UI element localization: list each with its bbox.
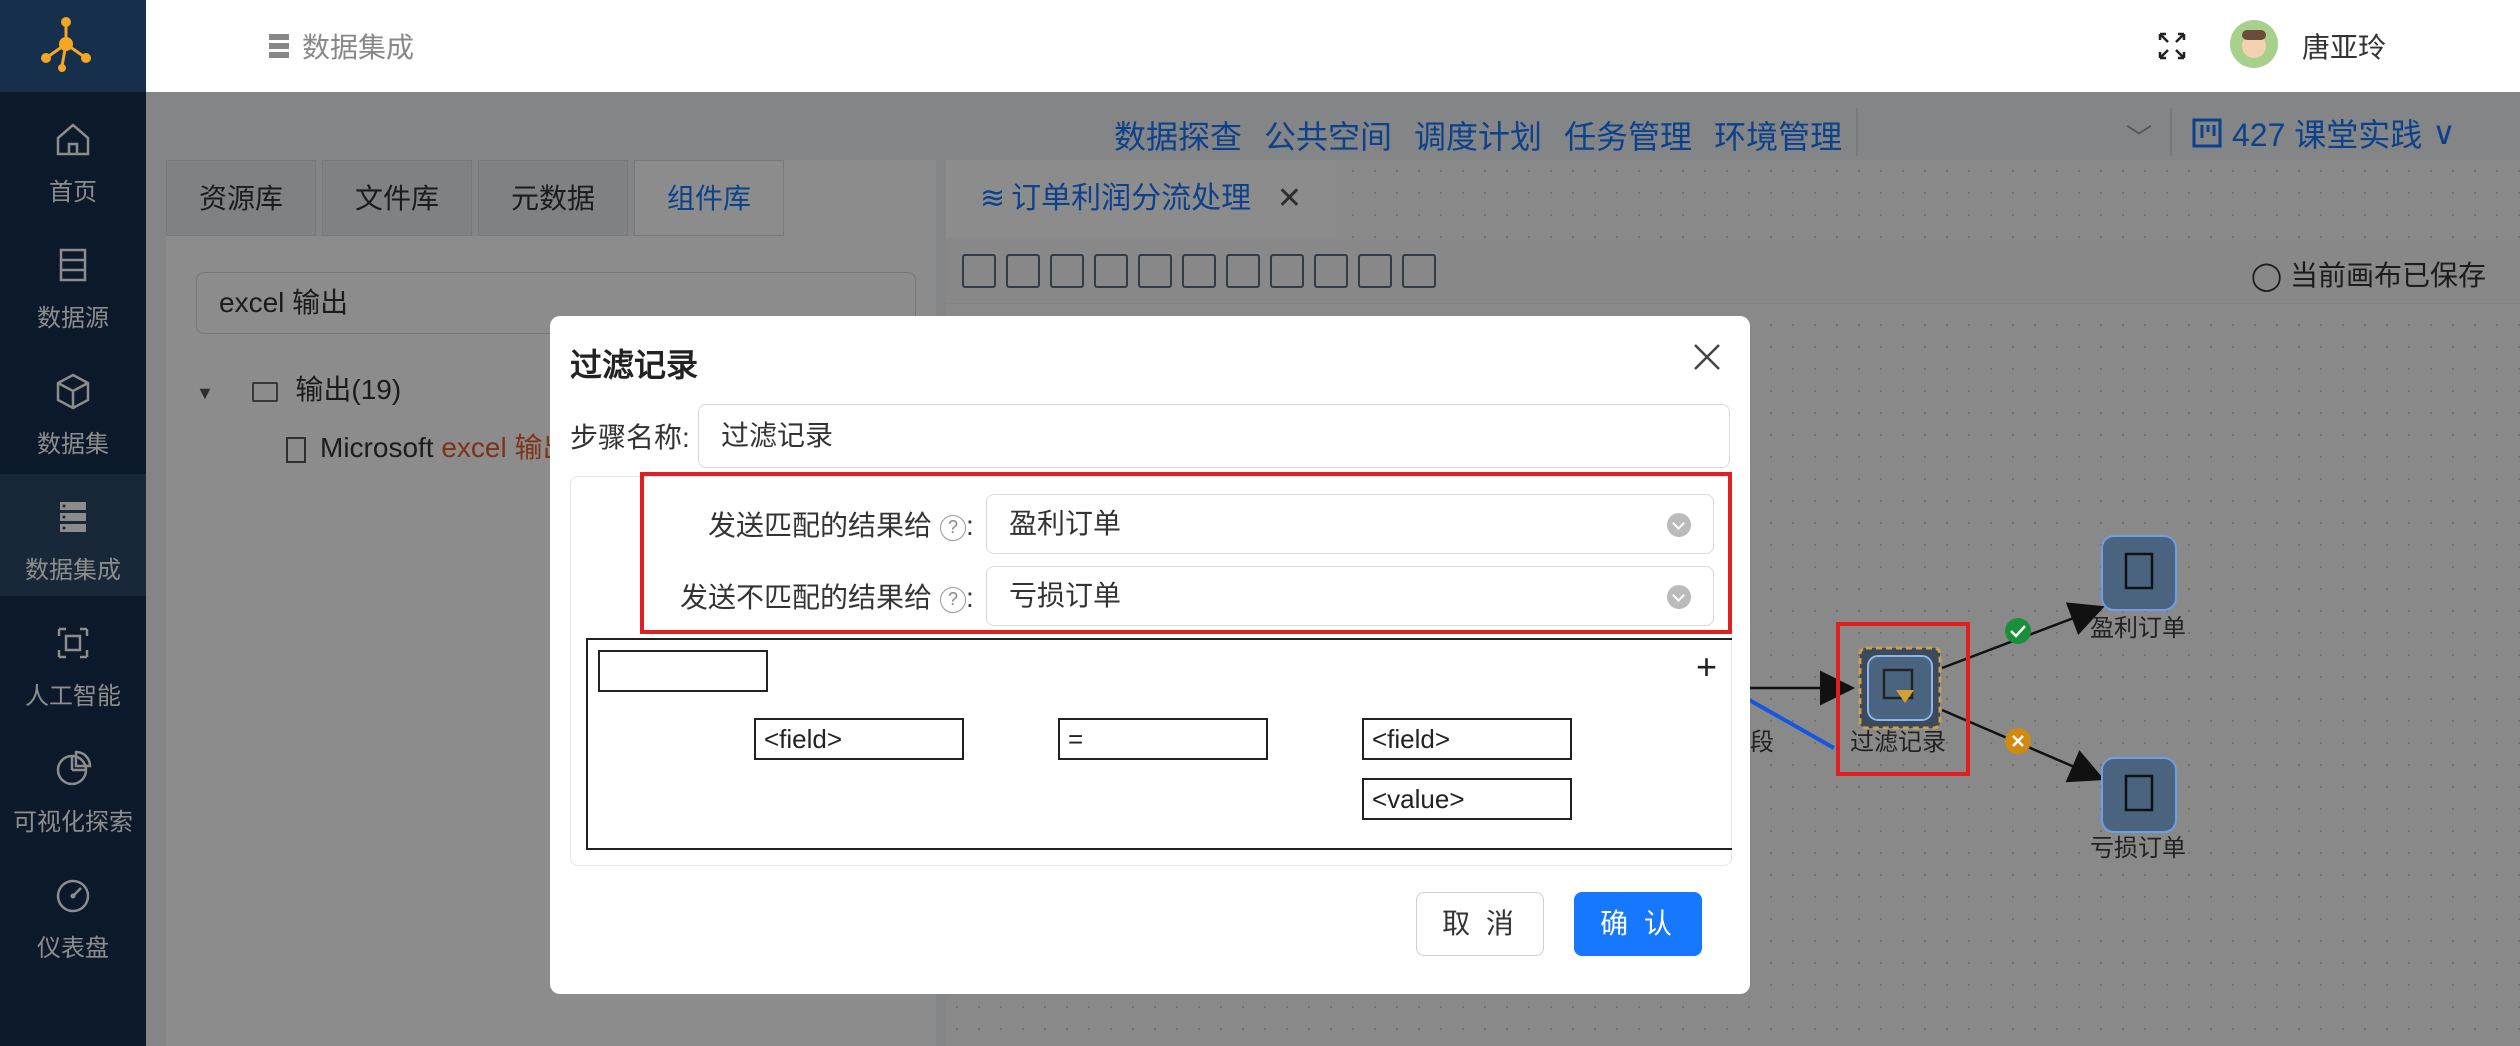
condition-left-field[interactable]: <field> — [754, 718, 964, 760]
step-name-label: 步骤名称: — [570, 422, 690, 453]
dialog-title: 过滤记录 — [570, 347, 699, 383]
app-logo-icon[interactable] — [36, 14, 96, 76]
highlight-frame — [640, 472, 1732, 634]
breadcrumb-label: 数据集成 — [302, 32, 415, 63]
close-icon[interactable] — [1690, 340, 1724, 374]
top-bar: 数据集成 唐亚玲 — [146, 0, 2520, 92]
step-name-value: 过滤记录 — [721, 420, 834, 451]
avatar[interactable] — [2230, 20, 2278, 68]
node-label-prev[interactable]: 段 — [1750, 722, 1774, 757]
condition-operator[interactable]: = — [1058, 718, 1268, 760]
fullscreen-icon[interactable] — [2156, 30, 2188, 62]
condition-value[interactable]: <value> — [1362, 778, 1572, 820]
username[interactable]: 唐亚玲 — [2302, 26, 2386, 66]
add-condition-icon[interactable]: + — [1696, 646, 1717, 688]
condition-group-box[interactable] — [598, 650, 768, 692]
condition-right-field[interactable]: <field> — [1362, 718, 1572, 760]
cancel-button[interactable]: 取 消 — [1416, 892, 1544, 956]
step-name-input[interactable]: 过滤记录 — [698, 404, 1730, 468]
filter-record-dialog: 过滤记录 步骤名称: 过滤记录 发送匹配的结果给?: 盈利订单 发送不匹配的结果… — [550, 316, 1750, 994]
node-label-filter[interactable]: 过滤记录 — [1850, 722, 1946, 757]
confirm-button[interactable]: 确 认 — [1574, 892, 1702, 956]
node-label-loss[interactable]: 亏损订单 — [2090, 828, 2186, 863]
condition-editor: <field> = <field> <value> — [586, 638, 1732, 850]
node-label-profit[interactable]: 盈利订单 — [2090, 608, 2186, 643]
breadcrumb: 数据集成 — [268, 26, 414, 66]
integration-icon — [269, 34, 289, 58]
